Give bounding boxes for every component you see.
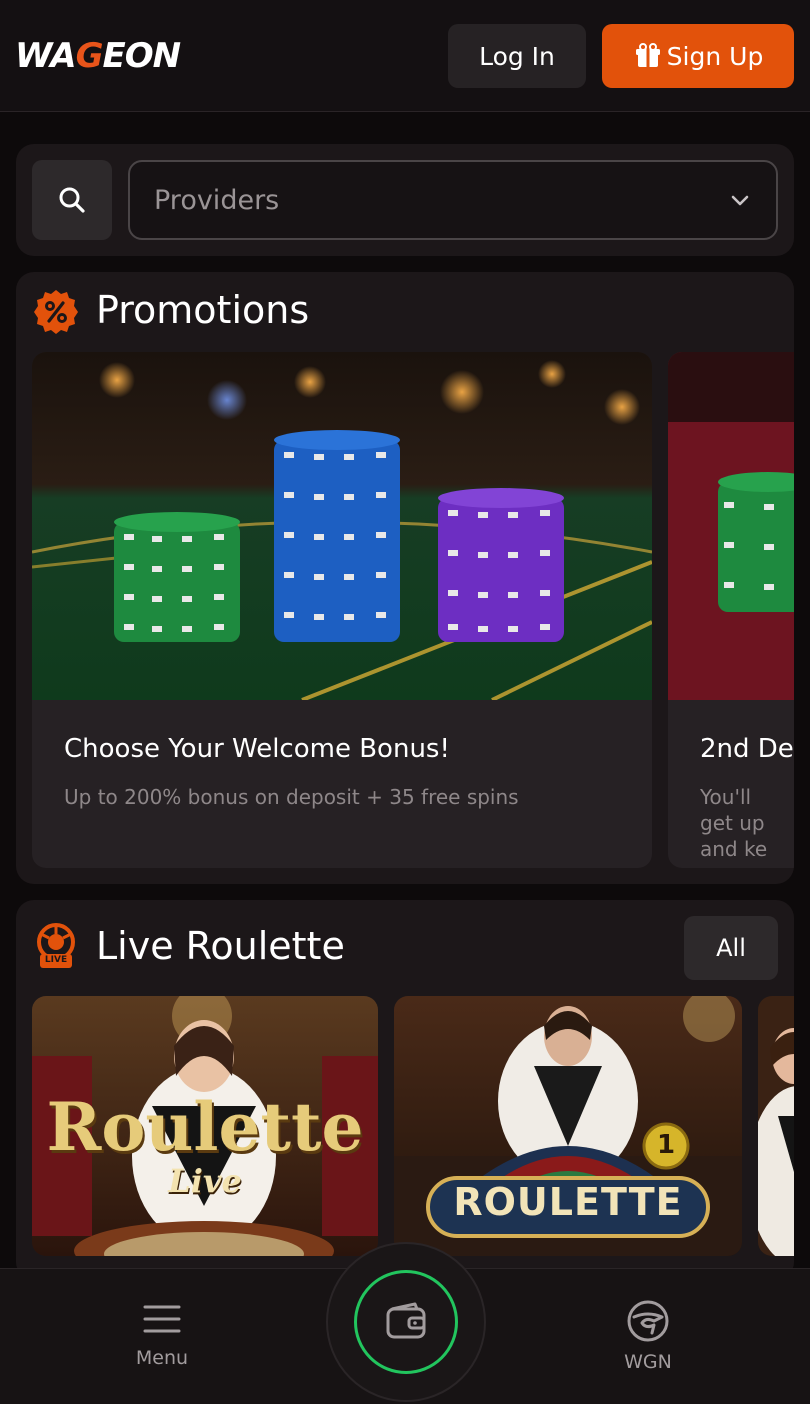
game-card-roulette-live[interactable]: Roulette Live (32, 996, 378, 1256)
nav-menu[interactable]: Menu (102, 1299, 222, 1369)
promo-image-chips-red (668, 352, 794, 700)
promotions-title: Promotions (96, 288, 310, 332)
login-label: Log In (479, 41, 555, 71)
signup-button[interactable]: Sign Up (602, 24, 794, 88)
live-badge: LIVE (44, 955, 68, 965)
search-button[interactable] (32, 160, 112, 240)
game-badge-number: 1 (656, 1130, 676, 1160)
game-card-roulette[interactable]: ROULETTE 1 (394, 996, 742, 1256)
view-all-button[interactable]: All (684, 916, 778, 980)
live-roulette-section: LIVE Live Roulette All Roulette Live ROU… (16, 900, 794, 1280)
wallet-ring (354, 1270, 458, 1374)
promo-card[interactable]: Choose Your Welcome Bonus! Up to 200% bo… (32, 352, 652, 868)
game-subtitle: Live (168, 1162, 242, 1200)
logo-text-accent: G (75, 36, 104, 76)
nav-wgn[interactable]: WGN (588, 1299, 708, 1373)
promo-card-description: Up to 200% bonus on deposit + 35 free sp… (64, 785, 519, 809)
search-panel: Providers (16, 144, 794, 256)
promo-card-title: 2nd De (700, 734, 794, 764)
hamburger-menu-icon (143, 1305, 181, 1333)
percent-badge-icon (34, 290, 78, 334)
promo-image-chips (32, 352, 652, 700)
nav-menu-label: Menu (135, 1347, 189, 1369)
wallet-button[interactable] (326, 1242, 486, 1402)
promo-card-title: Choose Your Welcome Bonus! (64, 734, 450, 764)
logo-text: WA (15, 36, 77, 76)
chevron-down-icon (731, 195, 749, 206)
promo-card[interactable]: 2nd De You'll get up and ke (668, 352, 794, 868)
game-title: ROULETTE (453, 1180, 683, 1224)
promotions-section: Promotions Choose Your Welcome Bonus! Up… (16, 272, 794, 884)
top-header: WAGEON Log In Sign Up (0, 0, 810, 112)
game-title: Roulette (46, 1088, 364, 1166)
promo-card-description: You'll get up and ke (700, 785, 768, 861)
logo[interactable]: WAGEON (15, 36, 182, 76)
view-all-label: All (716, 934, 746, 962)
signup-label: Sign Up (666, 41, 764, 71)
wgn-token-icon (627, 1300, 669, 1342)
providers-placeholder: Providers (154, 184, 280, 216)
nav-wgn-label: WGN (624, 1351, 672, 1373)
logo-text-end: EON (102, 36, 182, 76)
gift-icon (635, 43, 660, 67)
live-roulette-title: Live Roulette (96, 924, 345, 968)
search-icon (59, 187, 85, 213)
providers-select[interactable]: Providers (128, 160, 778, 240)
login-button[interactable]: Log In (448, 24, 586, 88)
wallet-icon (386, 1302, 426, 1339)
game-card-partial[interactable] (758, 996, 794, 1256)
